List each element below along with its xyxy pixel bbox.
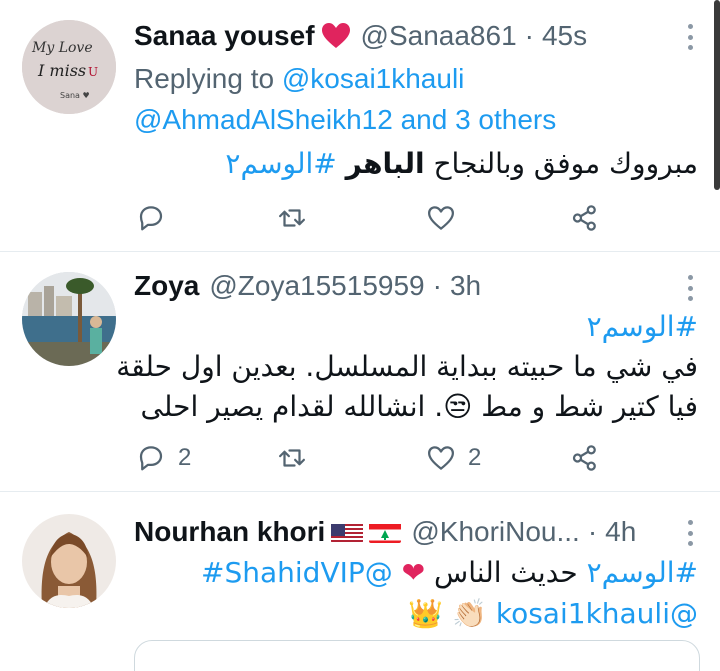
avatar[interactable]: My Love I miss U Sana ♥ xyxy=(22,20,116,114)
lebanon-flag-icon xyxy=(369,521,402,543)
avatar[interactable] xyxy=(22,514,116,608)
svg-text:My Love: My Love xyxy=(31,40,93,56)
tweet-header: Sanaa yousef @Sanaa861 · 45s xyxy=(134,20,588,52)
replying-to: Replying to @kosai1khauli xyxy=(134,58,464,99)
tweet-text: مبرووك موفق وبالنجاح الباهر #الوسم٢ xyxy=(225,144,698,184)
clap-crown-icon: 👏🏻 👑 xyxy=(408,597,487,630)
tweet-text-line: #الوسم٢ حديث الناس ❤ @ShahidVIP# xyxy=(201,553,698,593)
share-button[interactable] xyxy=(570,438,600,478)
hashtag-link[interactable]: #الوسم٢ xyxy=(225,147,345,180)
like-icon xyxy=(428,206,454,230)
tweet-text-plain: حديث الناس xyxy=(434,556,587,589)
like-button[interactable]: 2 xyxy=(426,438,481,478)
more-icon[interactable] xyxy=(686,520,694,546)
like-count: 2 xyxy=(468,444,482,471)
tweet-actions: 2 2 xyxy=(134,438,614,478)
tweet-header: Zoya @Zoya15515959 · 3h xyxy=(134,270,482,302)
display-name[interactable]: Nourhan khori xyxy=(134,516,325,548)
more-icon[interactable] xyxy=(686,275,694,301)
share-button[interactable] xyxy=(570,198,600,238)
avatar-image: My Love I miss U Sana ♥ xyxy=(22,20,116,114)
quoted-tweet[interactable] xyxy=(134,640,700,671)
timestamp[interactable]: 3h xyxy=(450,270,481,302)
tweet-1[interactable]: My Love I miss U Sana ♥ Sanaa yousef @Sa… xyxy=(0,0,720,252)
avatar[interactable] xyxy=(22,272,116,366)
usa-flag-icon xyxy=(331,521,364,543)
retweet-icon xyxy=(279,449,305,467)
tweet-header: Nourhan khori @KhoriNou... · 4h xyxy=(134,516,637,548)
mention-link[interactable]: @AhmadAlSheikh12 and 3 others xyxy=(134,104,556,135)
username[interactable]: @KhoriNou... xyxy=(411,516,580,548)
sparkling-heart-icon: ❤ xyxy=(401,556,426,589)
reply-count: 2 xyxy=(178,444,192,471)
mention-link[interactable]: @kosai1khauli xyxy=(282,63,465,94)
share-icon xyxy=(572,205,596,231)
replying-prefix: Replying to xyxy=(134,63,275,94)
tweet-text-line: فيا كتير شط و مط 😒. انشالله لقدام يصير ا… xyxy=(140,390,698,423)
replying-to-others: @AhmadAlSheikh12 and 3 others xyxy=(134,99,556,140)
tweet-text-line: @kosai1khauli 👏🏻 👑 xyxy=(408,594,698,634)
hashtag-link[interactable]: #الوسم٢ xyxy=(587,307,698,347)
display-name[interactable]: Zoya xyxy=(134,270,199,302)
svg-text:Sana ♥: Sana ♥ xyxy=(60,91,90,100)
timestamp[interactable]: 4h xyxy=(605,516,636,548)
mention-link[interactable]: @ShahidVIP# xyxy=(201,556,393,589)
heart-icon xyxy=(321,22,351,50)
avatar-image xyxy=(22,272,116,366)
username[interactable]: @Zoya15515959 xyxy=(209,270,424,302)
tweet-text-plain: مبرووك موفق وبالنجاح xyxy=(424,147,698,180)
display-name[interactable]: Sanaa yousef xyxy=(134,20,315,52)
svg-text:U: U xyxy=(88,65,98,79)
reply-button[interactable] xyxy=(136,198,166,238)
timestamp[interactable]: 45s xyxy=(542,20,587,52)
share-icon xyxy=(572,445,596,471)
more-icon[interactable] xyxy=(686,24,694,50)
svg-text:I miss: I miss xyxy=(37,61,86,80)
reply-button[interactable]: 2 xyxy=(136,438,191,478)
tweet-actions xyxy=(134,198,614,238)
like-icon xyxy=(428,446,454,470)
tweet-text-bold: الباهر xyxy=(345,147,425,180)
avatar-image xyxy=(22,514,116,608)
mention-link[interactable]: @kosai1khauli xyxy=(496,597,698,630)
tweet-text-line: في شي ما حبيته ببداية المسلسل. بعدين اول… xyxy=(116,350,698,383)
hashtag-link[interactable]: #الوسم٢ xyxy=(587,556,698,589)
username[interactable]: @Sanaa861 xyxy=(361,20,517,52)
retweet-button[interactable] xyxy=(277,438,307,478)
reply-icon xyxy=(139,446,163,471)
retweet-button[interactable] xyxy=(277,198,307,238)
retweet-icon xyxy=(279,209,305,227)
like-button[interactable] xyxy=(426,198,456,238)
reply-icon xyxy=(139,206,163,231)
